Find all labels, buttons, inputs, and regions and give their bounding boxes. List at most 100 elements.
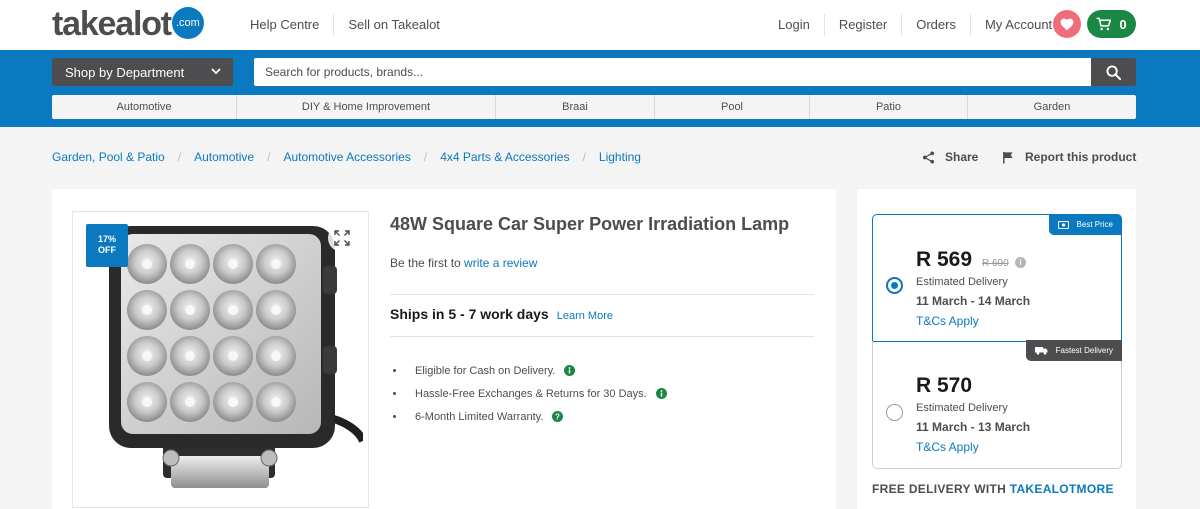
list-item: 6-Month Limited Warranty. ? [390,405,667,428]
breadcrumb-item[interactable]: Garden, Pool & Patio [52,150,165,164]
orders-link[interactable]: Orders [902,14,971,36]
expand-image-button[interactable] [328,224,356,252]
category-braai[interactable]: Braai [496,95,655,119]
product-card: 17% OFF 48W Square Car Super Power Irrad… [52,189,836,509]
list-item: Hassle-Free Exchanges & Returns for 30 D… [390,382,667,405]
delivery-dates: 11 March - 13 March [916,420,1031,434]
product-image [109,226,363,488]
tcs-link[interactable]: T&Cs Apply [916,440,979,454]
report-label: Report this product [1025,150,1137,164]
feature-text: Eligible for Cash on Delivery. [415,364,556,377]
feature-text: 6-Month Limited Warranty. [415,410,544,423]
discount-badge: 17% OFF [86,224,128,267]
feature-list: Eligible for Cash on Delivery. Hassle-Fr… [390,359,667,428]
offer-old-price: R 690 [982,258,1009,269]
offer-price: R 569 [916,248,973,271]
bullet [393,392,396,395]
estimated-delivery-label: Estimated Delivery [916,276,1008,288]
buy-box: Best Price R 569 R 690 i Estimated Deliv… [857,189,1136,509]
heart-icon [1060,18,1074,30]
tcs-link[interactable]: T&Cs Apply [916,314,979,328]
tag-icon [1057,220,1069,229]
divider [390,294,814,295]
top-links-right: Login Register Orders My Account [764,0,1079,50]
offer-radio-selected[interactable] [886,277,903,294]
help-centre-link[interactable]: Help Centre [236,14,335,36]
offer-radio[interactable] [886,404,903,421]
cart-button[interactable]: 0 [1087,10,1136,38]
category-pool[interactable]: Pool [655,95,810,119]
search-icon [1106,64,1121,80]
category-bar: Automotive DIY & Home Improvement Braai … [52,95,1136,119]
truck-icon [1034,347,1048,355]
top-links-left: Help Centre Sell on Takealot [236,0,454,50]
register-link[interactable]: Register [825,14,903,36]
search-bar [254,58,1136,86]
breadcrumb-item[interactable]: 4x4 Parts & Accessories [440,150,569,164]
search-button[interactable] [1091,58,1136,86]
best-price-tag: Best Price [1048,214,1122,235]
info-icon[interactable] [655,388,667,399]
logo-dot-com: .com [171,7,204,39]
review-prompt: Be the first to write a review [390,256,537,270]
my-account-label: My Account [984,17,1053,32]
fastest-delivery-label: Fastest Delivery [1055,346,1113,355]
breadcrumb-separator: / [423,150,428,164]
product-image-box[interactable]: 17% OFF [72,211,369,508]
share-label: Share [945,150,979,164]
breadcrumb-item[interactable]: Lighting [599,150,641,164]
shop-by-department-button[interactable]: Shop by Department [52,58,233,86]
breadcrumb-item[interactable]: Automotive Accessories [283,150,410,164]
chevron-down-icon [211,68,221,75]
breadcrumb-separator: / [582,150,586,164]
cart-count: 0 [1119,16,1127,32]
feature-text: Hassle-Free Exchanges & Returns for 30 D… [415,387,647,400]
free-delivery-prefix: FREE DELIVERY WITH [872,482,1007,496]
category-patio[interactable]: Patio [810,95,968,119]
share-icon [922,150,935,164]
category-garden[interactable]: Garden [968,95,1136,119]
breadcrumb-separator: / [177,150,182,164]
fastest-delivery-tag: Fastest Delivery [1025,340,1122,361]
category-diy-home-improvement[interactable]: DIY & Home Improvement [237,95,496,119]
cart-icon [1097,17,1112,31]
flag-icon [1003,151,1013,164]
delivery-dates: 11 March - 14 March [916,294,1031,308]
discount-value: 17% [97,234,116,244]
login-link[interactable]: Login [764,14,825,36]
discount-suffix: OFF [98,245,116,255]
question-icon[interactable]: ? [552,411,564,422]
product-title: 48W Square Car Super Power Irradiation L… [390,214,790,234]
offer-fastest-delivery[interactable]: Fastest Delivery R 570 Estimated Deliver… [872,340,1122,469]
info-icon[interactable] [564,365,576,376]
takealotmore-brand: TAKEALOTMORE [1009,482,1114,496]
takealot-logo[interactable]: takealot .com [52,7,204,41]
category-automotive[interactable]: Automotive [52,95,237,119]
expand-icon [334,230,350,246]
learn-more-link[interactable]: Learn More [557,310,613,322]
bullet [393,369,396,372]
svg-text:?: ? [555,412,560,421]
estimated-delivery-label: Estimated Delivery [916,402,1008,414]
shop-by-department-label: Shop by Department [65,64,185,80]
sell-on-takealot-link[interactable]: Sell on Takealot [334,14,454,36]
wishlist-button[interactable] [1053,10,1081,38]
search-input[interactable] [254,58,1091,86]
offer-price: R 570 [916,374,973,397]
info-icon[interactable]: i [1015,257,1026,268]
report-product-button[interactable]: Report this product [1002,150,1136,164]
free-delivery-banner[interactable]: FREE DELIVERY WITH TAKEALOTMORE [872,482,1114,496]
breadcrumb-item[interactable]: Automotive [194,150,254,164]
review-prefix: Be the first to [390,256,461,270]
breadcrumb-separator: / [267,150,271,164]
best-price-label: Best Price [1076,220,1113,229]
breadcrumb: Garden, Pool & Patio / Automotive / Auto… [52,150,641,164]
list-item: Eligible for Cash on Delivery. [390,359,667,382]
bullet [393,415,396,418]
navigation-band: Shop by Department Automotive DIY & Home… [0,50,1200,127]
shipping-info: Ships in 5 - 7 work days Learn More [390,306,613,322]
top-bar: takealot .com Help Centre Sell on Takeal… [0,0,1200,50]
offer-best-price[interactable]: Best Price R 569 R 690 i Estimated Deliv… [872,214,1122,342]
write-review-link[interactable]: write a review [464,256,537,270]
share-button[interactable]: Share [922,150,978,164]
